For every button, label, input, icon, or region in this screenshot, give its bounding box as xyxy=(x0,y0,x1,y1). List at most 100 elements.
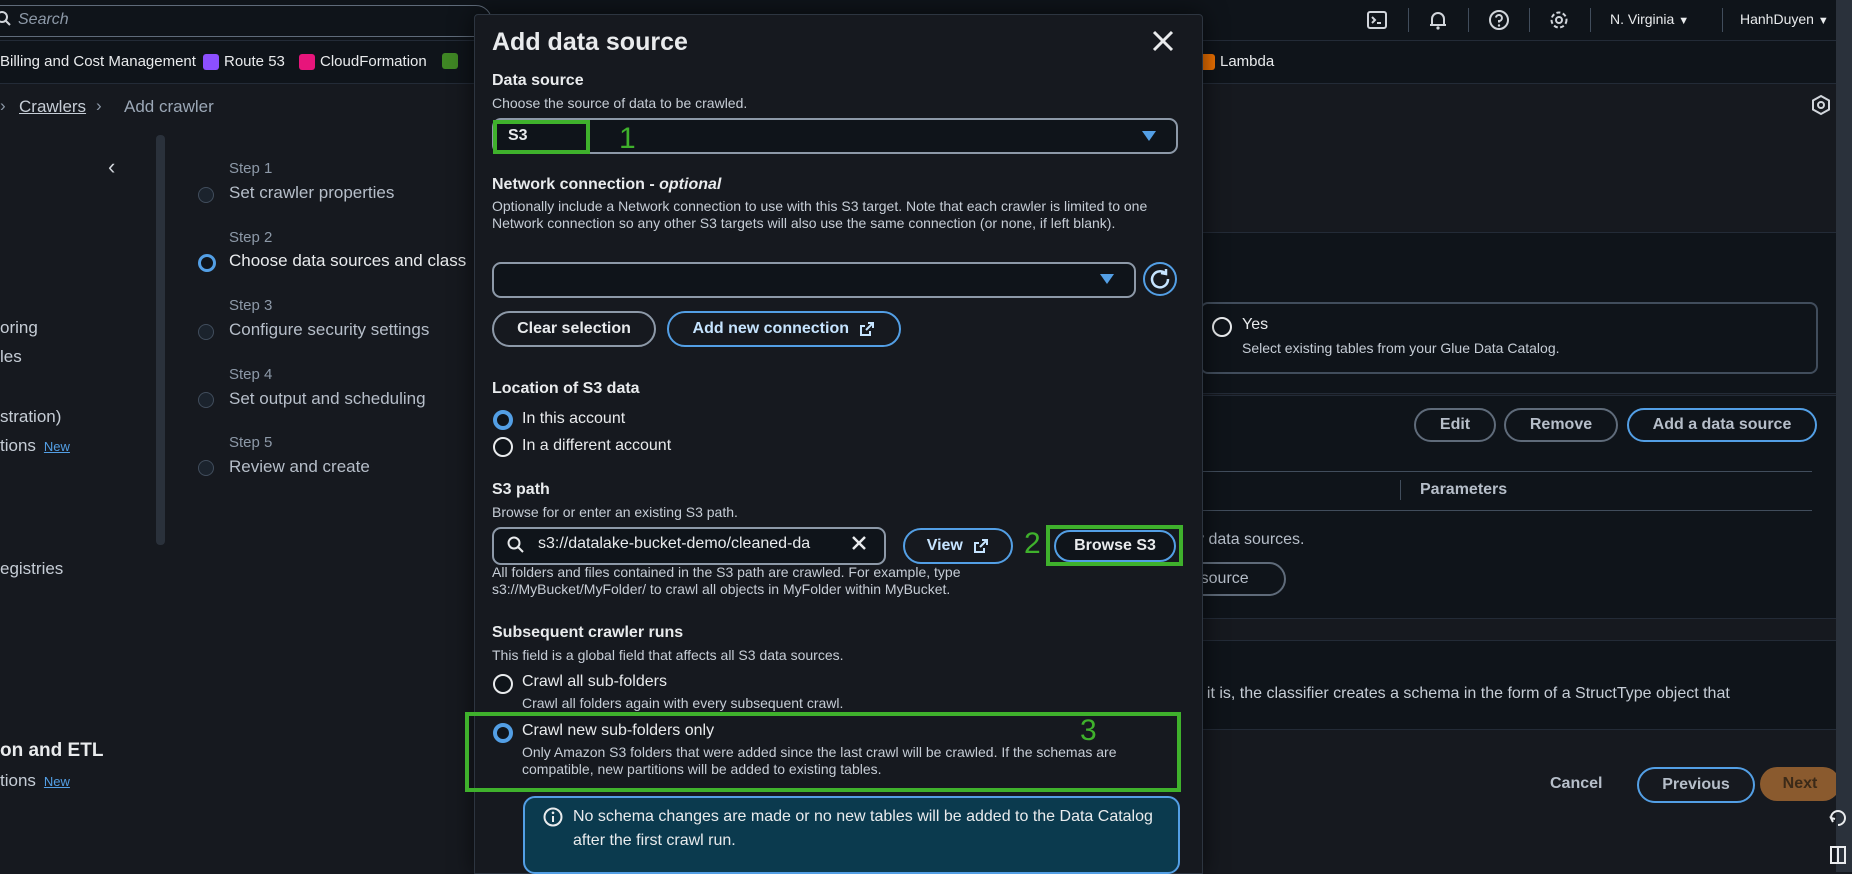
empty-state-text: y data sources. xyxy=(1196,531,1305,548)
step-1-indicator xyxy=(198,187,214,203)
step-3-indicator xyxy=(198,324,214,340)
step-5-title[interactable]: Review and create xyxy=(229,457,370,477)
region-selector[interactable]: N. Virginia ▼ xyxy=(1610,11,1689,27)
nav-item[interactable]: tions New xyxy=(0,771,70,791)
book-icon[interactable] xyxy=(1830,845,1846,865)
refresh-button[interactable] xyxy=(1143,262,1177,296)
add-data-source-button[interactable]: Add a data source xyxy=(1627,408,1817,442)
step-4-label: Step 4 xyxy=(229,366,273,383)
crawl-new-radio[interactable] xyxy=(493,723,513,743)
s3-path-desc: Browse for or enter an existing S3 path. xyxy=(492,504,738,520)
nav-item[interactable]: les xyxy=(0,347,22,367)
classifier-text: f it is, the classifier creates a schema… xyxy=(1198,685,1730,702)
s3-path-help: All folders and files contained in the S… xyxy=(492,564,961,597)
s3-path-value: s3://datalake-bucket-demo/cleaned-da xyxy=(538,535,811,552)
next-button[interactable]: Next xyxy=(1760,767,1840,801)
divider xyxy=(1529,8,1530,32)
edit-button[interactable]: Edit xyxy=(1414,408,1496,442)
account-menu[interactable]: HanhDuyen ▼ xyxy=(1740,11,1829,27)
info-panel-icon[interactable] xyxy=(1810,94,1832,116)
search-placeholder: Search xyxy=(18,11,69,28)
step-4-indicator xyxy=(198,392,214,408)
divider xyxy=(1590,8,1591,32)
breadcrumb-current: Add crawler xyxy=(124,97,214,116)
nav-item[interactable]: oring xyxy=(0,318,38,338)
collapse-nav-icon[interactable]: ‹ xyxy=(108,154,115,180)
step-4-title[interactable]: Set output and scheduling xyxy=(229,389,426,409)
data-source-label: Data source xyxy=(492,72,584,89)
divider xyxy=(1468,8,1469,32)
parameters-header: Parameters xyxy=(1420,481,1508,498)
crawl-new-desc: Only Amazon S3 folders that were added s… xyxy=(522,744,1117,777)
network-desc: Optionally include a Network connection … xyxy=(492,198,1148,231)
nav-item[interactable]: stration) xyxy=(0,407,61,427)
step-2-title: Choose data sources and class xyxy=(229,251,467,270)
search-icon xyxy=(0,11,12,27)
help-icon[interactable] xyxy=(1488,9,1510,31)
modal-title: Add data source xyxy=(492,28,688,56)
bell-icon[interactable] xyxy=(1427,9,1449,31)
page-scrollbar[interactable] xyxy=(1836,0,1852,872)
nav-scrollbar[interactable] xyxy=(156,135,165,545)
in-this-account-label: In this account xyxy=(522,410,626,427)
annotation-number-3: 3 xyxy=(1080,714,1097,747)
step-1-title[interactable]: Set crawler properties xyxy=(229,183,394,203)
breadcrumb-crawlers-link[interactable]: Crawlers xyxy=(19,97,86,117)
network-label: Network connection - optional xyxy=(492,176,722,193)
step-3-label: Step 3 xyxy=(229,297,273,314)
divider xyxy=(1408,8,1409,32)
divider xyxy=(1722,8,1723,32)
step-2-indicator xyxy=(198,254,216,272)
chevron-down-icon xyxy=(1100,274,1114,284)
data-source-select[interactable] xyxy=(492,118,1178,154)
annotation-box-1 xyxy=(493,120,590,154)
browse-s3-button[interactable]: Browse S3 xyxy=(1054,530,1176,562)
remove-button[interactable]: Remove xyxy=(1504,408,1618,442)
step-5-indicator xyxy=(198,460,214,476)
feedback-icon[interactable] xyxy=(1828,808,1848,828)
cancel-button[interactable]: Cancel xyxy=(1550,775,1602,793)
data-source-desc: Choose the source of data to be crawled. xyxy=(492,95,748,111)
favorite-cloudformation[interactable]: CloudFormation xyxy=(299,53,427,70)
favorite-partial[interactable] xyxy=(442,53,458,69)
nav-item[interactable]: tions New xyxy=(0,436,70,456)
gear-icon[interactable] xyxy=(1548,9,1570,31)
step-3-title[interactable]: Configure security settings xyxy=(229,320,429,340)
in-different-account-label: In a different account xyxy=(522,437,672,454)
in-this-account-radio[interactable] xyxy=(493,410,513,430)
external-link-icon xyxy=(859,321,875,337)
yes-radio[interactable] xyxy=(1212,317,1232,337)
column-divider xyxy=(1400,480,1401,500)
clear-input-icon[interactable] xyxy=(850,534,868,552)
refresh-icon xyxy=(1150,269,1170,289)
subsequent-runs-desc: This field is a global field that affect… xyxy=(492,647,844,663)
annotation-number-1: 1 xyxy=(619,122,636,155)
search-icon xyxy=(507,536,524,553)
chevron-down-icon xyxy=(1142,131,1156,141)
cloudshell-icon[interactable] xyxy=(1366,9,1388,31)
yes-desc: Select existing tables from your Glue Da… xyxy=(1242,340,1560,356)
clear-selection-button[interactable]: Clear selection xyxy=(492,311,656,347)
favorite-route53[interactable]: Route 53 xyxy=(203,53,285,70)
service-icon xyxy=(442,53,458,69)
add-new-connection-button[interactable]: Add new connection xyxy=(667,311,901,347)
search-input[interactable] xyxy=(0,5,492,37)
crawl-new-label: Crawl new sub-folders only xyxy=(522,722,715,739)
yes-label: Yes xyxy=(1242,316,1269,333)
yes-option-tile[interactable] xyxy=(1200,302,1818,374)
external-link-icon xyxy=(973,538,989,554)
s3-path-label: S3 path xyxy=(492,481,550,498)
nav-item[interactable]: egistries xyxy=(0,559,63,579)
cloudformation-icon xyxy=(299,53,315,70)
in-different-account-radio[interactable] xyxy=(493,437,513,457)
favorite-lambda[interactable]: Lambda xyxy=(1199,53,1274,70)
route53-icon xyxy=(203,53,219,70)
location-label: Location of S3 data xyxy=(492,380,640,397)
network-select[interactable] xyxy=(492,262,1136,298)
previous-button[interactable]: Previous xyxy=(1637,767,1755,803)
close-icon[interactable] xyxy=(1150,28,1176,54)
crawl-all-radio[interactable] xyxy=(493,674,513,694)
favorite-billing[interactable]: Billing and Cost Management xyxy=(0,53,196,70)
crawl-all-label: Crawl all sub-folders xyxy=(522,673,667,690)
view-button[interactable]: View xyxy=(903,528,1013,564)
